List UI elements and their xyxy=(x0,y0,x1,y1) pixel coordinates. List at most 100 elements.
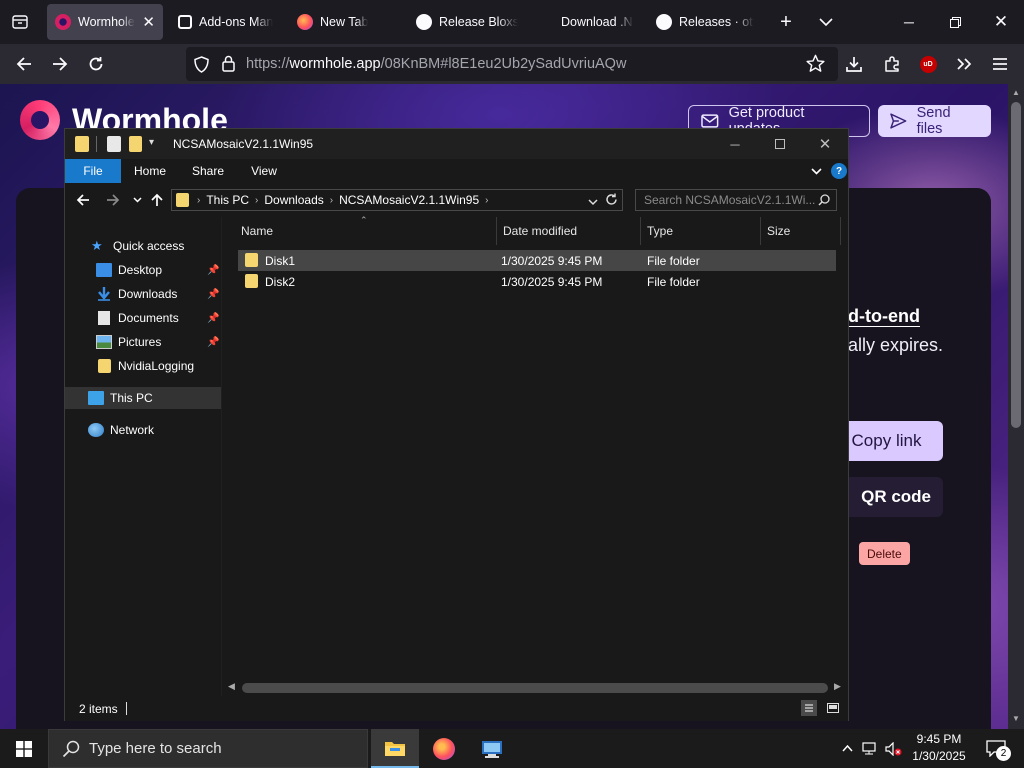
explorer-title-bar[interactable]: ▾ NCSAMosaicV2.1.1Win95 ─ ✕ xyxy=(65,129,848,159)
close-window-icon[interactable]: ✕ xyxy=(802,129,848,159)
new-folder-icon[interactable] xyxy=(129,136,142,152)
tab-wormhole[interactable]: Wormhole ✕ xyxy=(47,4,163,40)
quick-access-dropdown-icon[interactable]: ▾ xyxy=(149,137,154,153)
horizontal-scroll-thumb[interactable] xyxy=(242,683,828,693)
taskbar-search-box[interactable]: Type here to search xyxy=(48,729,368,768)
expand-ribbon-icon[interactable] xyxy=(807,159,825,183)
url-bar[interactable]: https://wormhole.app/08KnBM#l8E1eu2Ub2yS… xyxy=(186,47,838,81)
extensions-icon[interactable] xyxy=(876,48,908,80)
tab-releases-otya[interactable]: Releases · otya xyxy=(648,4,762,40)
file-row-disk1[interactable]: Disk1 1/30/2025 9:45 PM File folder xyxy=(238,250,836,271)
notifications-icon[interactable]: 2 xyxy=(978,729,1014,768)
scroll-left-icon[interactable]: ◀ xyxy=(228,681,235,692)
back-icon[interactable] xyxy=(73,191,93,209)
breadcrumb-separator-icon[interactable]: › xyxy=(485,195,488,206)
tab-download-dotnet[interactable]: Download .NE xyxy=(530,4,642,40)
end-to-end-link[interactable]: d-to-end xyxy=(848,306,920,327)
lock-icon[interactable] xyxy=(222,55,235,75)
minimize-icon[interactable]: ─ xyxy=(886,0,932,44)
remote-desktop-taskbar-icon[interactable] xyxy=(468,729,516,768)
pin-icon[interactable]: 📌 xyxy=(207,265,219,276)
overflow-icon[interactable] xyxy=(948,48,980,80)
firefox-taskbar-icon[interactable] xyxy=(420,729,468,768)
list-all-tabs-icon[interactable] xyxy=(812,10,840,34)
breadcrumb-separator-icon[interactable]: › xyxy=(255,195,258,206)
help-icon[interactable]: ? xyxy=(831,163,847,179)
explorer-title: NCSAMosaicV2.1.1Win95 xyxy=(173,137,314,151)
column-header-type[interactable]: Type xyxy=(641,217,761,245)
folder-search-input[interactable]: Search NCSAMosaicV2.1.1Wi... xyxy=(635,189,837,211)
column-header-name[interactable]: Name xyxy=(235,217,497,245)
large-icons-view-icon[interactable] xyxy=(825,700,841,716)
horizontal-scrollbar[interactable]: ◀ ▶ xyxy=(222,678,848,696)
nav-item-desktop[interactable]: Desktop 📌 xyxy=(65,259,221,281)
refresh-icon[interactable] xyxy=(605,193,618,209)
clock[interactable]: 9:45 PM 1/30/2025 xyxy=(906,731,972,765)
ublock-icon[interactable]: uD xyxy=(912,48,944,80)
breadcrumb-current-folder[interactable]: NCSAMosaicV2.1.1Win95 xyxy=(339,193,479,207)
scroll-up-icon[interactable]: ▲ xyxy=(1012,88,1020,97)
network-status-icon[interactable] xyxy=(860,729,880,768)
close-window-icon[interactable]: ✕ xyxy=(978,0,1024,44)
nav-item-nvidialogging[interactable]: NvidiaLogging xyxy=(65,355,221,377)
forward-icon[interactable] xyxy=(44,48,76,80)
url-text: https://wormhole.app/08KnBM#l8E1eu2Ub2yS… xyxy=(246,56,627,72)
address-bar[interactable]: › This PC › Downloads › NCSAMosaicV2.1.1… xyxy=(171,189,623,211)
breadcrumb-separator-icon[interactable]: › xyxy=(197,195,200,206)
details-view-icon[interactable] xyxy=(801,700,817,716)
new-tab-button[interactable]: + xyxy=(772,10,800,34)
reload-icon[interactable] xyxy=(80,48,112,80)
firefox-view-icon[interactable] xyxy=(6,10,34,34)
minimize-icon[interactable]: ─ xyxy=(712,129,758,159)
delete-button[interactable]: Delete xyxy=(859,542,910,565)
tracking-shield-icon[interactable] xyxy=(194,56,209,76)
nav-item-downloads[interactable]: Downloads 📌 xyxy=(65,283,221,305)
send-label: Send files xyxy=(916,105,951,137)
start-button[interactable] xyxy=(0,729,48,768)
ribbon-tab-home[interactable]: Home xyxy=(125,159,175,183)
back-icon[interactable] xyxy=(8,48,40,80)
scroll-thumb[interactable] xyxy=(1011,102,1021,428)
volume-muted-icon[interactable] xyxy=(883,729,903,768)
nav-item-documents[interactable]: Documents 📌 xyxy=(65,307,221,329)
tab-addons[interactable]: Add-ons Man xyxy=(170,4,282,40)
maximize-icon[interactable] xyxy=(757,129,803,159)
nav-label: This PC xyxy=(110,391,153,405)
nav-item-this-pc[interactable]: This PC xyxy=(65,387,221,409)
up-icon[interactable] xyxy=(147,191,167,209)
close-tab-icon[interactable]: ✕ xyxy=(142,13,155,31)
show-hidden-icons-icon[interactable] xyxy=(838,729,856,768)
breadcrumb-downloads[interactable]: Downloads xyxy=(264,193,323,207)
ribbon-tab-file[interactable]: File xyxy=(65,159,121,183)
file-date: 1/30/2025 9:45 PM xyxy=(501,254,603,268)
column-header-date-modified[interactable]: Date modified xyxy=(497,217,641,245)
file-explorer-taskbar-icon[interactable] xyxy=(371,729,419,768)
page-scrollbar[interactable]: ▲ ▼ xyxy=(1008,84,1024,729)
scroll-right-icon[interactable]: ▶ xyxy=(834,681,841,692)
ribbon-tab-share[interactable]: Share xyxy=(183,159,233,183)
properties-checkmark-icon[interactable] xyxy=(107,136,121,152)
folder-icon xyxy=(75,136,89,152)
restore-icon[interactable] xyxy=(932,0,978,44)
send-files-button[interactable]: Send files xyxy=(878,105,991,137)
ribbon-tab-view[interactable]: View xyxy=(239,159,289,183)
tab-release-bloxstrap[interactable]: Release Bloxst xyxy=(408,4,526,40)
downloads-icon[interactable] xyxy=(838,48,870,80)
bookmark-star-icon[interactable] xyxy=(806,54,825,76)
recent-locations-icon[interactable] xyxy=(127,191,147,209)
file-row-disk2[interactable]: Disk2 1/30/2025 9:45 PM File folder xyxy=(238,271,836,292)
tab-new-tab[interactable]: New Tab xyxy=(289,4,399,40)
nav-item-pictures[interactable]: Pictures 📌 xyxy=(65,331,221,353)
nav-item-network[interactable]: Network xyxy=(65,419,221,441)
address-dropdown-icon[interactable] xyxy=(588,195,598,209)
menu-icon[interactable] xyxy=(984,48,1016,80)
column-header-size[interactable]: Size xyxy=(761,217,841,245)
pin-icon[interactable]: 📌 xyxy=(207,289,219,300)
forward-icon[interactable] xyxy=(103,191,123,209)
breadcrumb-this-pc[interactable]: This PC xyxy=(206,193,249,207)
scroll-down-icon[interactable]: ▼ xyxy=(1012,714,1020,723)
pin-icon[interactable]: 📌 xyxy=(207,313,219,324)
breadcrumb-separator-icon[interactable]: › xyxy=(330,195,333,206)
nav-item-quick-access[interactable]: ★ Quick access xyxy=(65,235,221,257)
pin-icon[interactable]: 📌 xyxy=(207,337,219,348)
